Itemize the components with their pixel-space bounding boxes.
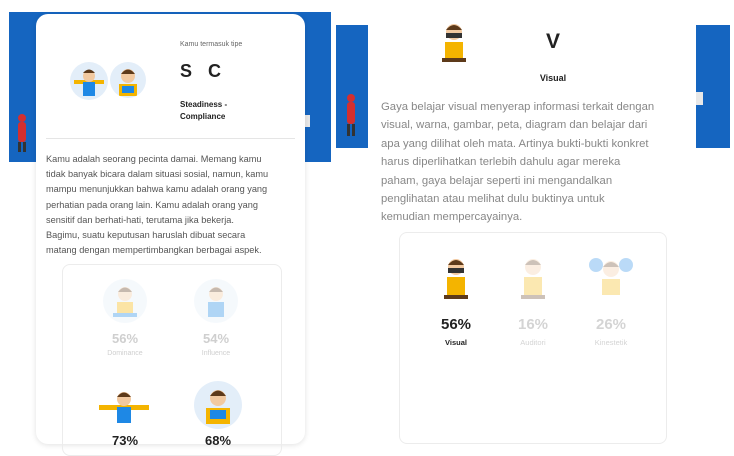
kinestetik-label: Kinestetik bbox=[594, 338, 628, 347]
auditori-label: Auditori bbox=[520, 338, 546, 347]
description-line: matang dengan mempertimbangkan berbagai … bbox=[46, 245, 262, 256]
visual-description: Gaya belajar visual menyerap informasi t… bbox=[381, 98, 701, 227]
visual-percent: 56% bbox=[440, 316, 472, 333]
influence-avatar-icon bbox=[194, 279, 238, 323]
description-line: paham, gaya belajar seperti ini menganda… bbox=[381, 174, 613, 187]
kinestetik-score-icon bbox=[586, 253, 636, 303]
description-line: kemudian mempercayainya. bbox=[381, 211, 523, 224]
influence-label: Influence bbox=[201, 350, 231, 357]
visual-header-icon bbox=[434, 18, 474, 64]
visual-score-icon bbox=[436, 253, 476, 303]
dominance-percent: 56% bbox=[111, 331, 139, 346]
steadiness-percent: 73% bbox=[111, 433, 139, 448]
type-label: Kamu termasuk tipe bbox=[180, 41, 243, 48]
description-line: sensitif dan berhati-hati, terutama jika… bbox=[46, 214, 234, 225]
description-line: visual, warna, gambar, peta, diagram dan… bbox=[381, 119, 648, 132]
disc-scores-box: 56% Dominance 54% Influence 73% 68% bbox=[62, 264, 282, 456]
learning-scores-box: 56% Visual 16% Auditori 26% Kinestetik bbox=[399, 232, 667, 444]
auditori-score-icon bbox=[513, 253, 553, 303]
disc-description: Kamu adalah seorang pecinta damai. Meman… bbox=[46, 152, 308, 258]
description-line: Bagimu, suatu keputusan haruslah dibuat … bbox=[46, 230, 246, 241]
right-result-card: V Visual Gaya belajar visual menyerap in… bbox=[368, 0, 696, 444]
learning-type-letter: V bbox=[545, 30, 560, 53]
visual-label: Visual bbox=[445, 338, 467, 347]
kinestetik-percent: 26% bbox=[595, 316, 627, 333]
left-result-card: Kamu termasuk tipe S C Steadiness - Comp… bbox=[36, 14, 308, 456]
compliance-avatar-icon bbox=[110, 62, 146, 98]
compliance-percent: 68% bbox=[204, 433, 232, 448]
steadiness-score-avatar-icon bbox=[97, 383, 151, 429]
learning-type-name: Visual bbox=[539, 73, 567, 83]
description-line: apa yang dilihat oleh mata. Artinya bukt… bbox=[381, 137, 649, 150]
description-line: Gaya belajar visual menyerap informasi t… bbox=[381, 101, 655, 113]
type-name-line-2: Compliance bbox=[180, 112, 226, 121]
right-person-illustration bbox=[343, 92, 359, 136]
auditori-percent: 16% bbox=[517, 316, 549, 333]
compliance-score-avatar-icon bbox=[194, 381, 242, 429]
description-line: penglihatan atau melihat dulu buktinya u… bbox=[381, 193, 605, 206]
description-line: harus diperlihatkan terlebih dahulu agar… bbox=[381, 156, 621, 169]
steadiness-avatar-icon bbox=[70, 62, 108, 100]
description-line: mampu menunjukkan bahwa kamu adalah oran… bbox=[46, 184, 268, 195]
dominance-avatar-icon bbox=[103, 279, 147, 323]
influence-percent: 54% bbox=[202, 331, 230, 346]
header-divider bbox=[46, 138, 295, 139]
type-name-line-1: Steadiness - bbox=[180, 100, 228, 109]
left-person-illustration bbox=[14, 112, 30, 152]
description-line: tidak banyak bicara dalam situasi sosial… bbox=[46, 169, 269, 180]
type-letters: S C bbox=[180, 61, 224, 81]
description-line: perhatian pada orang lain. Kamu adalah o… bbox=[46, 199, 258, 210]
dominance-label: Dominance bbox=[107, 350, 143, 357]
description-line: Kamu adalah seorang pecinta damai. Meman… bbox=[46, 154, 262, 164]
